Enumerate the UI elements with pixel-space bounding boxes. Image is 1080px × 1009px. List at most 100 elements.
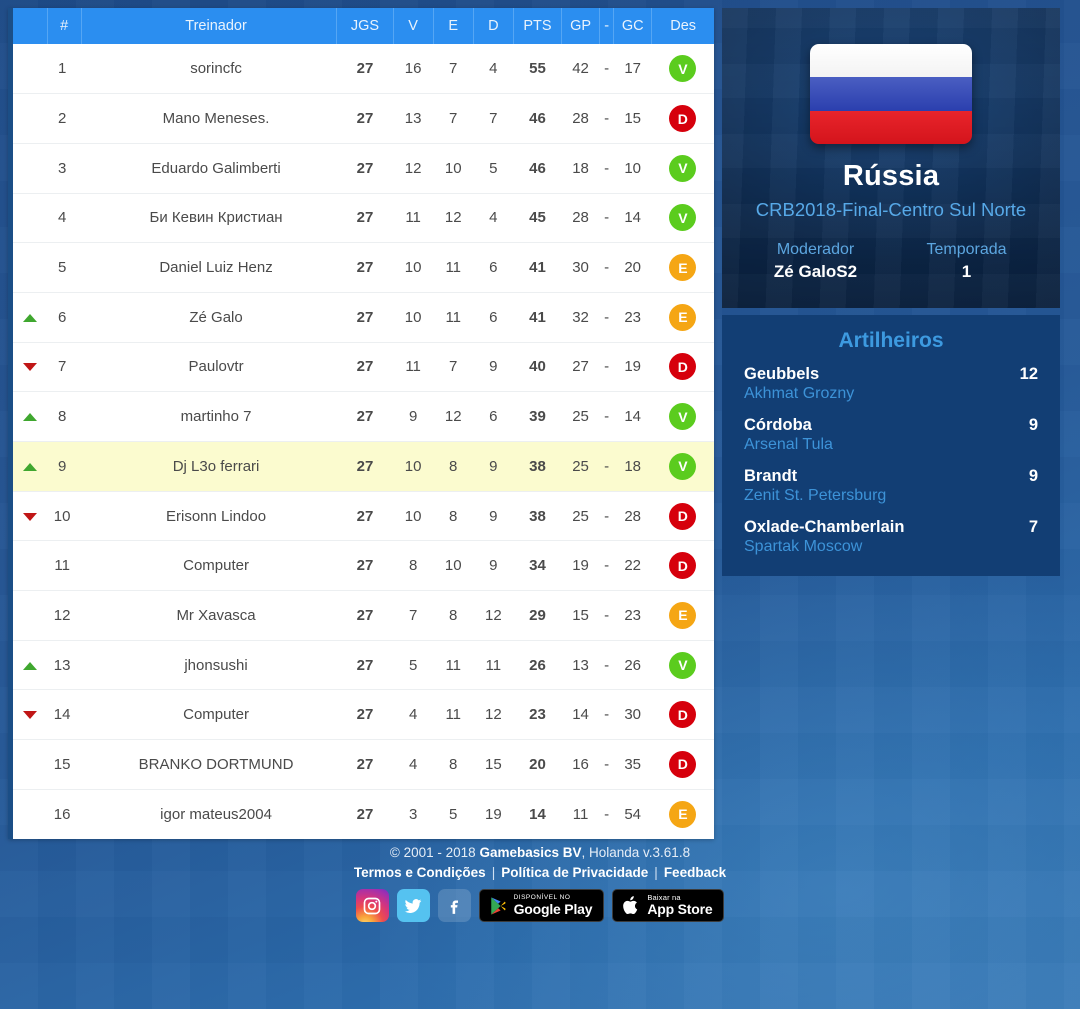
cell-des: E: [652, 292, 714, 342]
cell-jgs: 27: [356, 259, 374, 277]
column-header-des[interactable]: Des: [651, 8, 714, 44]
cell-jgs: 27: [356, 308, 374, 326]
footer-separator-2: |: [654, 865, 658, 880]
privacy-link[interactable]: Política de Privacidade: [501, 865, 648, 880]
table-row[interactable]: 2 Mano Meneses. 27 13 7 7 46 28-15 D: [13, 94, 714, 144]
cell-pts: 20: [529, 755, 546, 773]
column-header-position[interactable]: #: [47, 8, 82, 44]
app-store-badge[interactable]: Baixar na App Store: [612, 889, 725, 922]
cell-des: D: [652, 740, 714, 790]
column-header-d[interactable]: D: [473, 8, 514, 44]
scorer-goals: 12: [1019, 365, 1038, 383]
cell-v: 10: [404, 308, 422, 326]
cell-trainer[interactable]: BRANKO DORTMUND: [81, 740, 337, 790]
column-header-v[interactable]: V: [393, 8, 434, 44]
cell-e: 12: [444, 209, 462, 227]
footer-separator-1: |: [491, 865, 496, 880]
table-row[interactable]: 15 BRANKO DORTMUND 27 4 8 15 20 16-35 D: [13, 740, 714, 790]
facebook-icon[interactable]: [437, 889, 471, 922]
list-item[interactable]: Geubbels 12 Akhmat Grozny: [744, 365, 1038, 403]
cell-trainer[interactable]: Dj L3o ferrari: [81, 442, 337, 492]
list-item[interactable]: Brandt 9 Zenit St. Petersburg: [744, 467, 1038, 505]
cell-trainer[interactable]: Eduardo Galimberti: [81, 143, 337, 193]
cell-jgs: 27: [356, 706, 374, 724]
cell-trend: [13, 740, 47, 790]
feedback-link[interactable]: Feedback: [664, 865, 726, 880]
cell-des: D: [652, 690, 714, 740]
cell-dash: -: [604, 60, 610, 78]
cell-trainer[interactable]: igor mateus2004: [81, 789, 337, 839]
twitter-icon[interactable]: [396, 889, 430, 922]
scorer-club: Akhmat Grozny: [744, 385, 855, 402]
cell-gc: 28: [624, 507, 642, 525]
column-header-e[interactable]: E: [433, 8, 474, 44]
cell-v: 11: [405, 209, 421, 227]
column-header-trainer[interactable]: Treinador: [81, 8, 338, 44]
list-item[interactable]: Oxlade-Chamberlain 7 Spartak Moscow: [744, 518, 1038, 556]
season-value: 1: [961, 262, 972, 281]
cell-trainer[interactable]: martinho 7: [81, 392, 337, 442]
cell-e: 10: [444, 557, 462, 575]
cell-dash: -: [604, 259, 610, 277]
column-header-gc[interactable]: GC: [613, 8, 653, 44]
table-row[interactable]: 1 sorincfc 27 16 7 4 55 42-17 V: [13, 44, 714, 94]
cell-trend: [13, 442, 47, 492]
status-badge: D: [669, 552, 697, 580]
cell-trend: [13, 690, 47, 740]
table-row[interactable]: 11 Computer 27 8 10 9 34 19-22 D: [13, 541, 714, 591]
table-row[interactable]: 7 Paulovtr 27 11 7 9 40 27-19 D: [13, 342, 714, 392]
cell-gc: 30: [624, 706, 642, 724]
column-header-jgs[interactable]: JGS: [336, 8, 394, 44]
standings-table: # Treinador JGS V E D PTS GP - GC Des 1s…: [13, 8, 714, 839]
cell-des: D: [652, 541, 714, 591]
google-play-badge[interactable]: Disponível no Google Play: [478, 889, 605, 922]
cell-trainer[interactable]: Би Кевин Кристиан: [81, 193, 337, 243]
cell-v: 7: [408, 606, 418, 624]
cell-jgs: 27: [356, 606, 374, 624]
table-row[interactable]: 5 Daniel Luiz Henz 27 10 11 6 41 30-20 E: [13, 243, 714, 293]
table-row[interactable]: 8 martinho 7 27 9 12 6 39 25-14 V: [13, 392, 714, 442]
column-header-pts[interactable]: PTS: [513, 8, 563, 44]
cell-e: 7: [449, 60, 458, 78]
cell-gc: 35: [624, 755, 642, 773]
team-meta-row: Moderador Zé GaloS2 Temporada 1: [722, 241, 1060, 282]
cell-gp: 30: [572, 259, 589, 277]
table-row[interactable]: 4 Би Кевин Кристиан 27 11 12 4 45 28-14 V: [13, 193, 714, 243]
column-header-gp[interactable]: GP: [561, 8, 601, 44]
cell-trainer[interactable]: jhonsushi: [81, 640, 337, 690]
cell-gp: 18: [572, 159, 589, 177]
cell-position: 5: [57, 259, 67, 277]
cell-position: 1: [57, 60, 67, 78]
cell-trend: [13, 342, 47, 392]
cell-des: V: [652, 44, 714, 94]
table-row[interactable]: 13 jhonsushi 27 5 11 11 26 13-26 V: [13, 640, 714, 690]
cell-des: V: [652, 392, 714, 442]
cell-trainer[interactable]: Computer: [81, 690, 337, 740]
cell-gc: 17: [624, 60, 642, 78]
cell-trainer[interactable]: sorincfc: [81, 44, 337, 94]
table-row[interactable]: 14 Computer 27 4 11 12 23 14-30 D: [13, 690, 714, 740]
table-row[interactable]: 9 Dj L3o ferrari 27 10 8 9 38 25-18 V: [13, 441, 714, 492]
cell-trainer[interactable]: Erisonn Lindoo: [81, 491, 337, 541]
cell-trainer[interactable]: Paulovtr: [81, 342, 337, 392]
table-row[interactable]: 10 Erisonn Lindoo 27 10 8 9 38 25-28 D: [13, 491, 714, 541]
cell-trainer[interactable]: Mr Xavasca: [81, 591, 337, 641]
instagram-icon[interactable]: [355, 889, 389, 922]
table-row[interactable]: 6 Zé Galo 27 10 11 6 41 32-23 E: [13, 292, 714, 343]
cell-trainer[interactable]: Zé Galo: [81, 292, 337, 342]
cell-v: 4: [408, 706, 418, 724]
cell-trainer[interactable]: Daniel Luiz Henz: [81, 243, 337, 293]
cell-trainer[interactable]: Computer: [81, 541, 337, 591]
cell-e: 7: [449, 358, 458, 376]
list-item[interactable]: Córdoba 9 Arsenal Tula: [744, 416, 1038, 454]
table-row[interactable]: 12 Mr Xavasca 27 7 8 12 29 15-23 E: [13, 591, 714, 641]
cell-trainer[interactable]: Mano Meneses.: [81, 94, 337, 144]
scorer-club: Spartak Moscow: [744, 538, 863, 555]
table-row[interactable]: 3 Eduardo Galimberti 27 12 10 5 46 18-10 V: [13, 143, 714, 194]
cell-d: 9: [489, 507, 498, 525]
terms-link[interactable]: Termos e Condições: [354, 865, 486, 880]
cell-pts: 46: [529, 159, 546, 177]
cell-trend: [13, 243, 47, 293]
column-header-trend[interactable]: [13, 8, 48, 44]
table-row[interactable]: 16 igor mateus2004 27 3 5 19 14 11-54 E: [13, 789, 714, 839]
